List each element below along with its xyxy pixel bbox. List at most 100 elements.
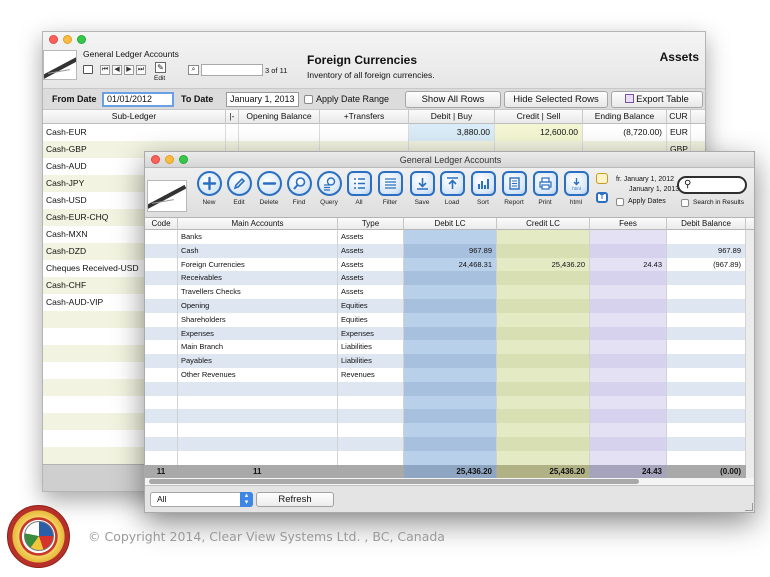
filter-list-icon [377, 171, 403, 196]
col-debit-balance[interactable]: Debit Balance [667, 218, 746, 230]
toolbar-delete-button[interactable]: Delete [255, 171, 283, 206]
search-in-results-checkbox[interactable] [681, 199, 689, 207]
front-minimize-button[interactable] [165, 155, 174, 164]
zoom-button[interactable] [77, 35, 86, 44]
close-button[interactable] [49, 35, 58, 44]
toolbar-button-label: Print [538, 199, 552, 206]
date-calendar-icon[interactable] [596, 173, 608, 184]
col-credit-lc[interactable]: Credit LC [497, 218, 590, 230]
next-record-icon[interactable]: ▶ [124, 65, 134, 75]
horizontal-scrollbar[interactable] [145, 478, 754, 485]
account-cell: Shareholders [178, 312, 338, 327]
balance-cell [667, 381, 746, 396]
record-search-input[interactable] [201, 64, 263, 76]
toolbar-save-button[interactable]: Save [408, 171, 436, 206]
edit-pencil-icon[interactable]: ✎ [155, 62, 166, 73]
table-row[interactable] [145, 409, 754, 424]
show-all-rows-button[interactable]: Show All Rows [405, 91, 501, 108]
table-row[interactable] [145, 381, 754, 396]
table-row[interactable]: Banks Assets [145, 230, 754, 244]
type-cell: Liabilities [338, 354, 404, 368]
toolbar-all-button[interactable]: All [345, 171, 373, 206]
table-row[interactable] [145, 450, 754, 465]
toolbar-html-button[interactable]: html html [562, 171, 590, 206]
first-record-icon[interactable]: ⏮ [100, 65, 110, 75]
type-cell: Equities [338, 312, 404, 327]
col-credit-sell[interactable]: Credit | Sell [495, 110, 583, 124]
toolbar-print-button[interactable]: Print [531, 171, 559, 206]
previous-record-icon[interactable]: ◀ [112, 65, 122, 75]
sort-icon [470, 171, 496, 196]
col-code[interactable]: Code [145, 218, 178, 230]
toolbar-edit-button[interactable]: Edit [225, 171, 253, 206]
toolbar-query-button[interactable]: Query [315, 171, 343, 206]
toolbar-report-button[interactable]: Report [500, 171, 528, 206]
type-cell: Assets [338, 230, 404, 244]
apply-date-range-checkbox[interactable] [304, 95, 313, 104]
hide-selected-rows-button[interactable]: Hide Selected Rows [504, 91, 608, 108]
text-tool-icon[interactable]: T [596, 192, 608, 203]
debit-cell [404, 299, 497, 313]
col-debit-buy[interactable]: Debit | Buy [409, 110, 495, 124]
toolbar-button-label: Edit [233, 199, 245, 206]
table-row[interactable]: Cash-EUR 3,880.00 12,600.00 (8,720.00) EUR [43, 124, 705, 141]
front-table-body: Banks Assets Cash Assets 967.89 967.89 Foreign… [145, 230, 754, 465]
table-row[interactable]: Cash Assets 967.89 967.89 [145, 243, 754, 258]
col-ending-balance[interactable]: Ending Balance [583, 110, 667, 124]
account-cell: Other Revenues [178, 368, 338, 382]
balance-cell [667, 326, 746, 341]
search-icon[interactable]: ⌕ [188, 65, 199, 75]
table-row[interactable]: Main Branch Liabilities [145, 340, 754, 355]
col-main-accounts[interactable]: Main Accounts [178, 218, 338, 230]
last-record-icon[interactable]: ⏭ [136, 65, 146, 75]
toolbar-button-label: Save [414, 199, 430, 206]
table-row[interactable] [145, 395, 754, 410]
table-row[interactable]: Payables Liabilities [145, 354, 754, 368]
col-opening-balance[interactable]: Opening Balance [239, 110, 320, 124]
filter-popup[interactable]: All ▴ ▾ [150, 492, 253, 507]
apply-dates-checkbox[interactable] [616, 198, 624, 206]
table-row[interactable] [145, 437, 754, 451]
toolbar-new-button[interactable]: New [195, 171, 223, 206]
resize-grip-icon[interactable] [745, 503, 753, 511]
fees-cell [590, 312, 667, 327]
front-zoom-button[interactable] [179, 155, 188, 164]
col-marker[interactable]: |- [226, 110, 239, 124]
col-currency[interactable]: CUR [667, 110, 691, 124]
toolbar-load-button[interactable]: Load [438, 171, 466, 206]
toolbar-filter-button[interactable]: Filter [376, 171, 404, 206]
search-input[interactable]: ⚲ [677, 176, 747, 194]
plus-icon [196, 171, 222, 196]
front-close-button[interactable] [151, 155, 160, 164]
table-row[interactable]: Foreign Currencies Assets 24,468.31 25,436.… [145, 257, 754, 272]
table-row[interactable]: Other Revenues Revenues [145, 368, 754, 382]
from-date-field[interactable]: 01/01/2012 [102, 92, 174, 107]
export-table-button[interactable]: Export Table [611, 91, 703, 108]
table-row[interactable]: Shareholders Equities [145, 312, 754, 327]
col-transfers[interactable]: +Transfers [320, 110, 409, 124]
print-icon[interactable] [83, 65, 93, 74]
table-row[interactable]: Receivables Assets [145, 271, 754, 286]
col-type[interactable]: Type [338, 218, 404, 230]
account-cell: Main Branch [178, 340, 338, 355]
table-row[interactable]: Travellers Checks Assets [145, 285, 754, 299]
debit-cell [404, 381, 497, 396]
to-date-field[interactable]: January 1, 2013 [226, 92, 299, 107]
fees-cell [590, 354, 667, 368]
col-fees[interactable]: Fees [590, 218, 667, 230]
toolbar-find-button[interactable]: Find [285, 171, 313, 206]
table-row[interactable]: Expenses Expenses [145, 326, 754, 341]
minimize-button[interactable] [63, 35, 72, 44]
table-row[interactable] [145, 423, 754, 437]
account-cell: Travellers Checks [178, 285, 338, 299]
type-cell [338, 395, 404, 410]
type-cell: Revenues [338, 368, 404, 382]
toolbar-sort-button[interactable]: Sort [469, 171, 497, 206]
scrollbar-thumb[interactable] [149, 479, 639, 484]
col-debit-lc[interactable]: Debit LC [404, 218, 497, 230]
code-cell [145, 409, 178, 424]
table-row[interactable]: Opening Equities [145, 299, 754, 313]
refresh-button[interactable]: Refresh [256, 492, 334, 507]
debit-cell [404, 340, 497, 355]
col-sub-ledger[interactable]: Sub-Ledger [43, 110, 226, 124]
